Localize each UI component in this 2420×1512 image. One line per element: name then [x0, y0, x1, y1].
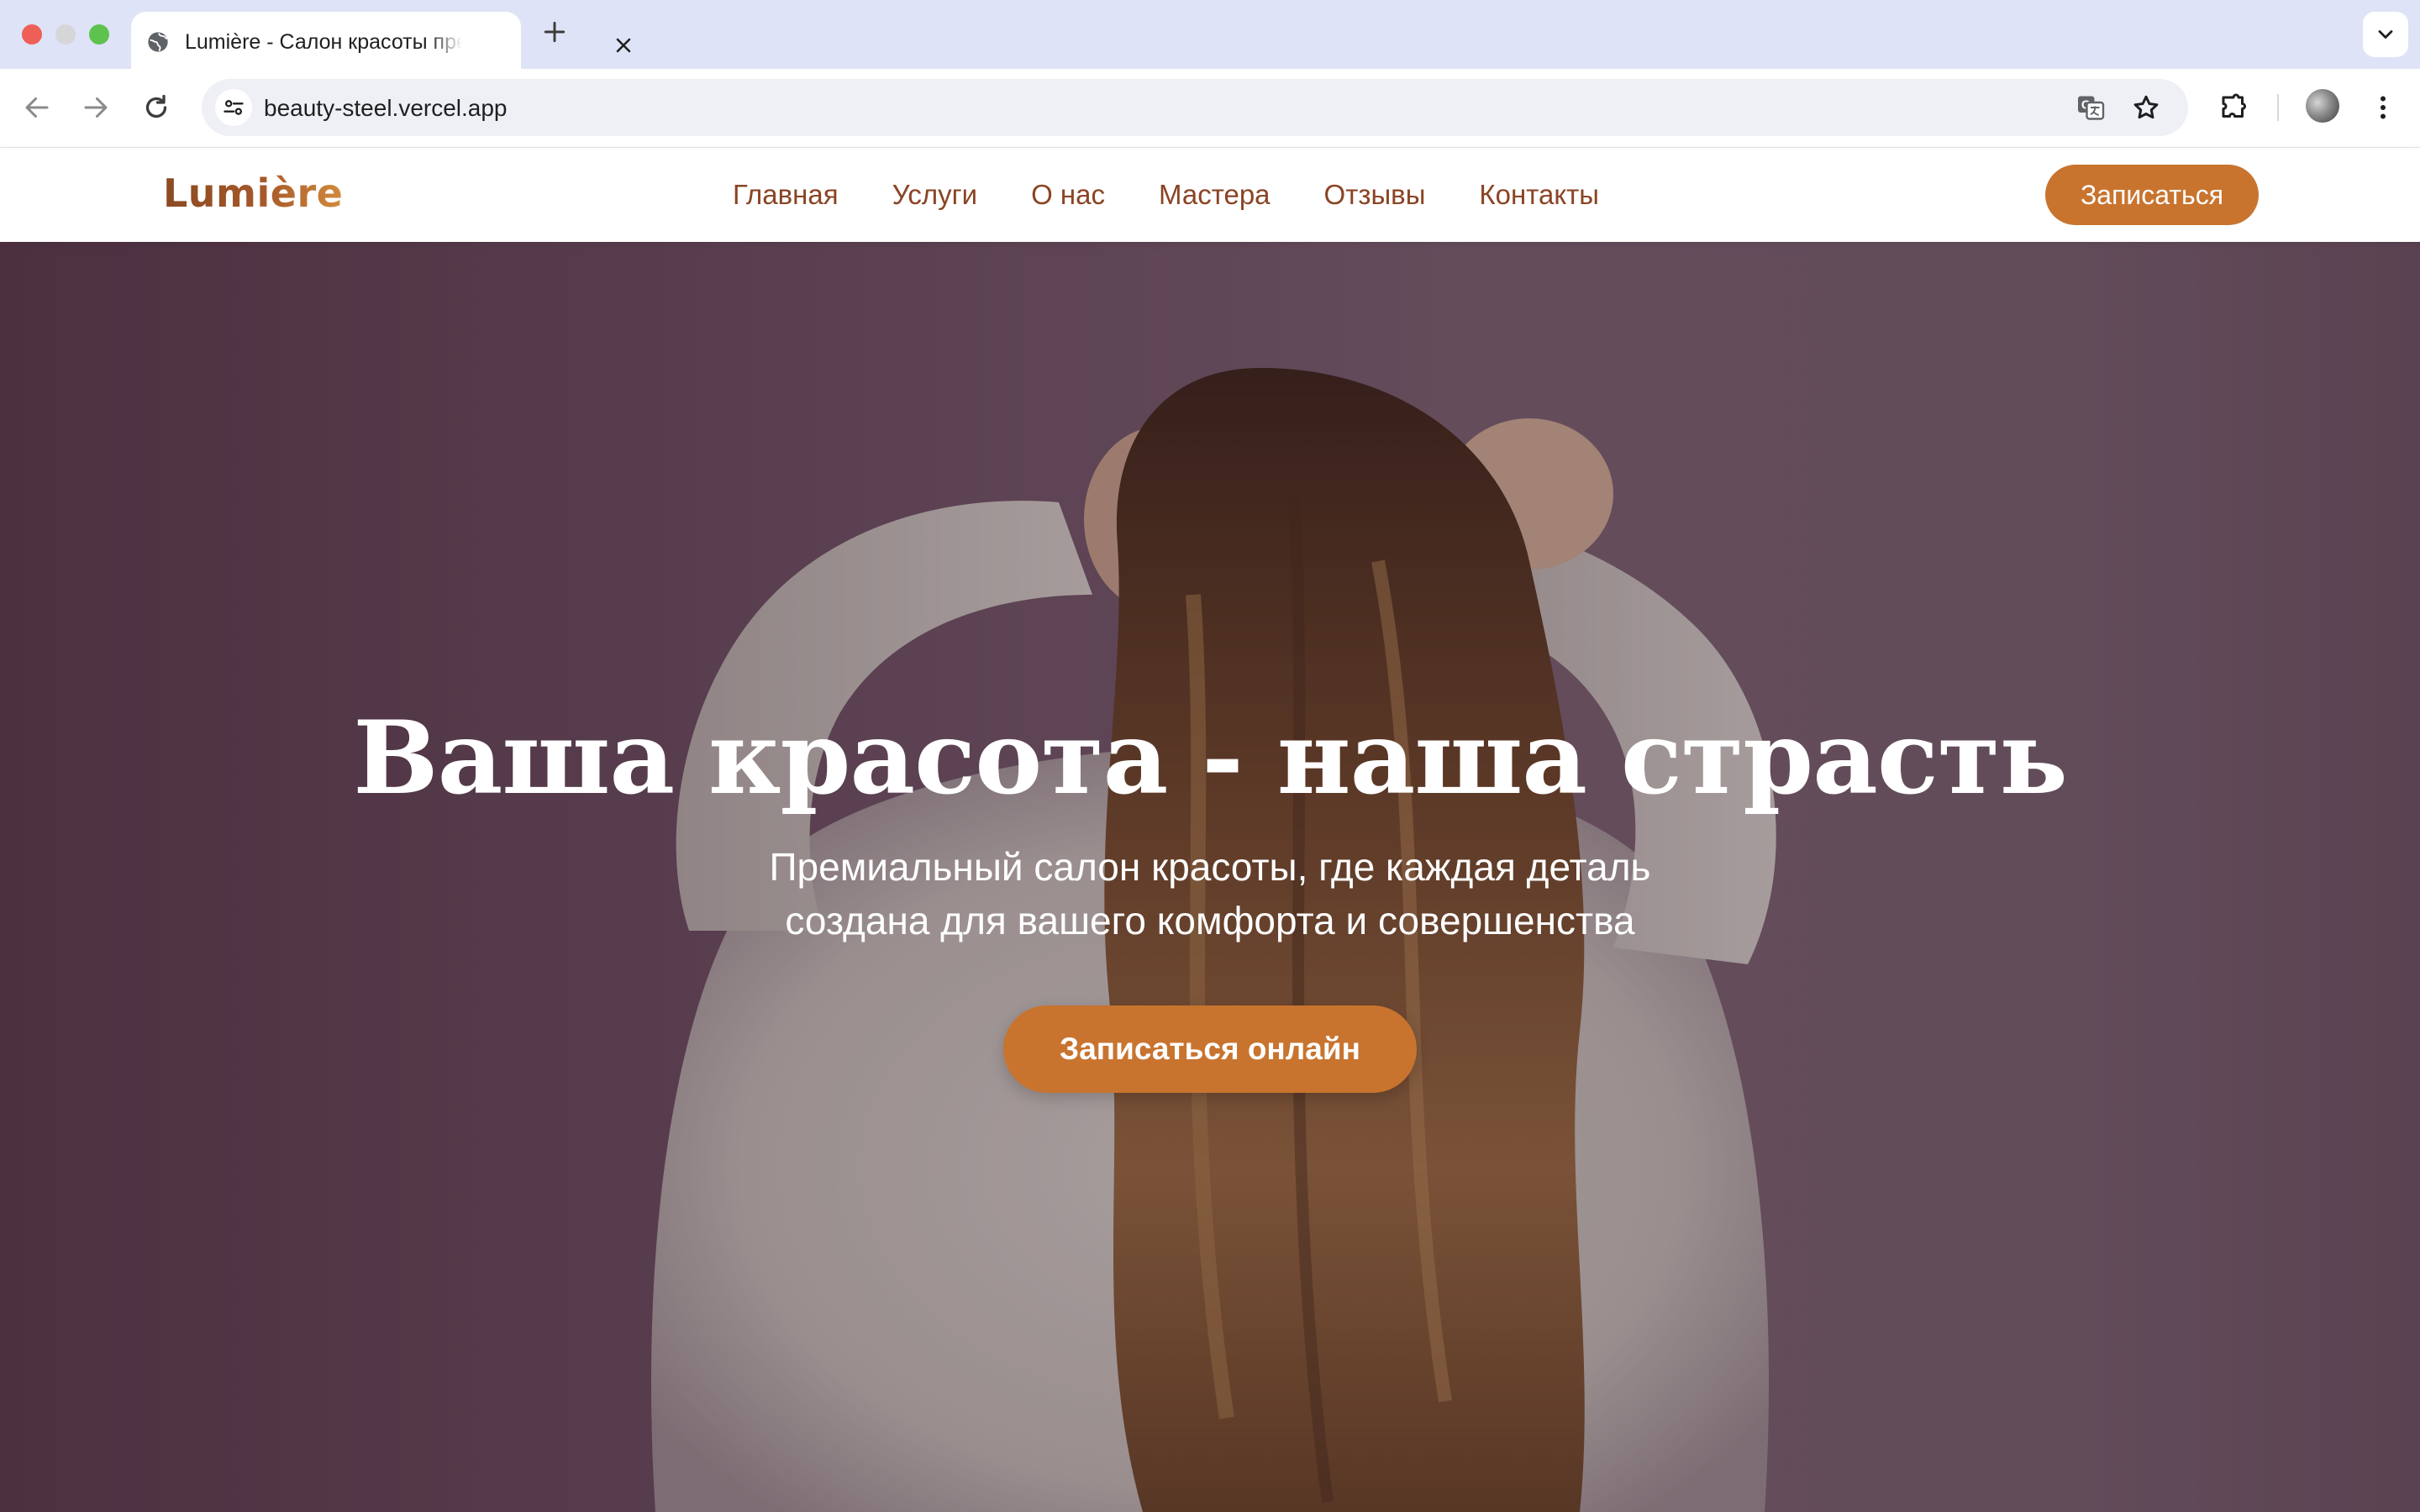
- nav-item-about[interactable]: О нас: [1031, 178, 1105, 212]
- nav-item-contacts[interactable]: Контакты: [1479, 178, 1599, 212]
- chevron-down-icon: [2378, 30, 2393, 39]
- minimize-window-button[interactable]: [55, 24, 76, 45]
- reload-icon[interactable]: [141, 92, 171, 123]
- main-nav: Главная Услуги О нас Мастера Отзывы Конт…: [733, 178, 1599, 212]
- tab-title: Lumière - Салон красоты премиум класса: [185, 30, 462, 54]
- site-info-button[interactable]: [215, 89, 252, 126]
- nav-item-reviews[interactable]: Отзывы: [1324, 178, 1426, 212]
- maximize-window-button[interactable]: [89, 24, 109, 45]
- url-text: beauty-steel.vercel.app: [264, 95, 508, 121]
- hero-subtitle-line-2: создана для вашего комфорта и совершенст…: [785, 899, 1635, 942]
- plus-icon[interactable]: [541, 18, 568, 45]
- hero-subtitle-line-1: Премиальный салон красоты, где каждая де…: [769, 845, 1651, 889]
- book-online-button[interactable]: Записаться онлайн: [1003, 1005, 1417, 1093]
- close-icon[interactable]: [612, 34, 635, 57]
- browser-toolbar: beauty-steel.vercel.app G: [0, 69, 2420, 148]
- nav-item-services[interactable]: Услуги: [892, 178, 977, 212]
- tab-strip: Lumière - Салон красоты премиум класса: [0, 0, 2420, 69]
- address-bar[interactable]: beauty-steel.vercel.app G: [202, 79, 2188, 136]
- forward-icon[interactable]: [81, 92, 111, 123]
- extensions-icon[interactable]: [2218, 92, 2249, 123]
- browser-tab-active[interactable]: Lumière - Салон красоты премиум класса: [131, 12, 631, 69]
- avatar[interactable]: [2306, 89, 2339, 123]
- nav-item-masters[interactable]: Мастера: [1159, 178, 1270, 212]
- close-window-button[interactable]: [22, 24, 42, 45]
- site-logo[interactable]: Lumière: [163, 168, 343, 218]
- book-button[interactable]: Записаться: [2045, 165, 2259, 225]
- star-icon[interactable]: [2131, 92, 2161, 123]
- nav-item-home[interactable]: Главная: [733, 178, 839, 212]
- back-icon[interactable]: [22, 92, 52, 123]
- more-vert-icon[interactable]: [2368, 92, 2398, 123]
- hero-subtitle: Премиальный салон красоты, где каждая де…: [622, 840, 1798, 948]
- hero-section: Ваша красота - наша страсть Премиальный …: [0, 242, 2420, 1512]
- site-info-icon: [224, 100, 244, 115]
- globe-icon: [148, 32, 168, 52]
- hero-title: Ваша красота - наша страсть: [353, 699, 2068, 817]
- translate-icon[interactable]: G: [2075, 92, 2106, 123]
- toolbar-divider: [2277, 94, 2279, 121]
- site-header: Lumière Главная Услуги О нас Мастера Отз…: [0, 148, 2420, 242]
- tab-search-button[interactable]: [2363, 12, 2408, 57]
